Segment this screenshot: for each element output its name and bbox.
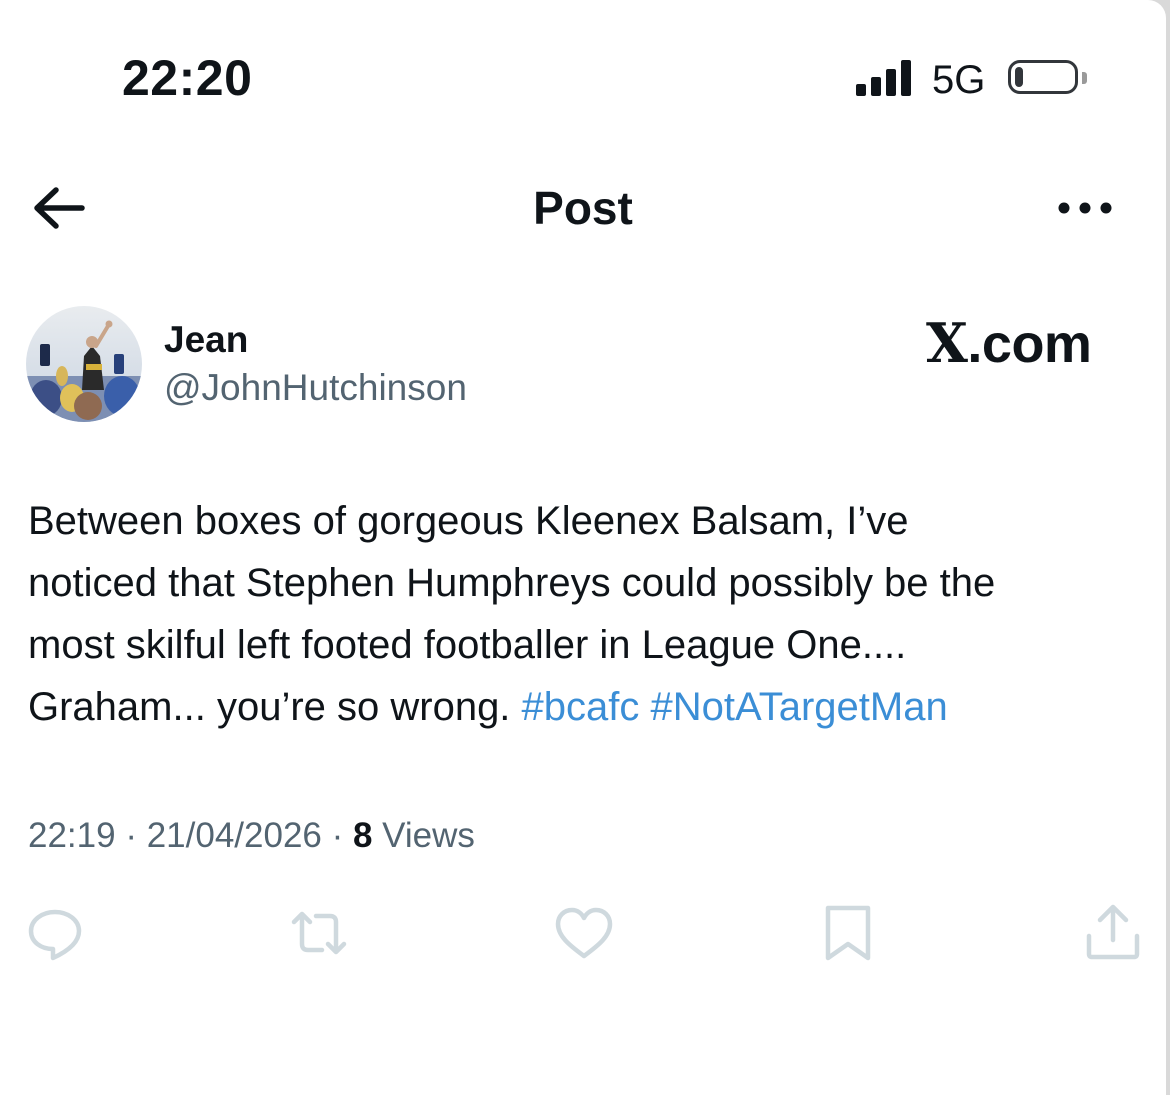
status-time: 22:20: [122, 50, 253, 106]
repost-button[interactable]: [286, 900, 352, 966]
bookmark-icon: [825, 905, 871, 961]
post-time: 22:19: [28, 816, 116, 855]
watermark-domain: .com: [967, 314, 1092, 374]
reply-icon: [28, 909, 82, 961]
share-icon: [1086, 904, 1140, 960]
signal-icon: [856, 60, 914, 96]
like-button[interactable]: [551, 900, 617, 966]
post-meta: 22:19 · 21/04/2026 · 8 Views: [28, 814, 475, 858]
views-label: Views: [372, 816, 475, 855]
like-icon: [555, 907, 613, 959]
bookmark-button[interactable]: [815, 900, 881, 966]
x-logo-letter: X: [926, 311, 968, 375]
repost-icon: [291, 911, 347, 955]
post-text-last-line: Graham... you’re so wrong. #bcafc #NotAT…: [28, 676, 1148, 738]
avatar[interactable]: [26, 306, 142, 422]
reply-button[interactable]: [22, 900, 88, 966]
hashtag-link[interactable]: #bcafc: [522, 685, 640, 729]
share-button[interactable]: [1080, 900, 1146, 966]
more-horizontal-icon: [1058, 202, 1112, 214]
network-label: 5G: [932, 58, 986, 102]
battery-icon: [1008, 60, 1078, 94]
post-text-line: noticed that Stephen Humphreys could pos…: [28, 561, 996, 605]
page-title: Post: [533, 182, 633, 234]
hashtag-link[interactable]: #NotATargetMan: [651, 685, 948, 729]
meta-separator: ·: [321, 816, 353, 855]
post-text: Between boxes of gorgeous Kleenex Balsam…: [28, 490, 1148, 738]
more-options-button[interactable]: [1050, 186, 1120, 230]
post-date: 21/04/2026: [146, 816, 322, 855]
author-handle[interactable]: @JohnHutchinson: [164, 366, 467, 410]
post-text-line: most skilful left footed footballer in L…: [28, 623, 907, 667]
battery-level: [1015, 67, 1023, 87]
avatar-image: [26, 306, 142, 422]
author-name[interactable]: Jean: [164, 318, 248, 362]
battery-cap: [1082, 72, 1087, 84]
x-com-watermark: X.com: [926, 311, 1092, 375]
post-screen: 22:20 5G Post Jean @JohnHutchinson X.com…: [0, 0, 1166, 1095]
meta-separator: ·: [115, 816, 147, 855]
views-count[interactable]: 8: [353, 816, 372, 855]
post-text-segment: Graham... you’re so wrong.: [28, 685, 522, 729]
post-text-line: Between boxes of gorgeous Kleenex Balsam…: [28, 499, 909, 543]
